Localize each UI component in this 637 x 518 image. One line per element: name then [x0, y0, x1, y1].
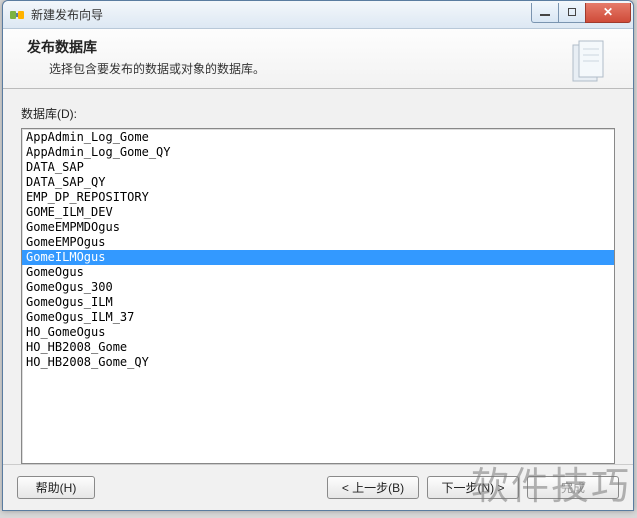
wizard-header: 发布数据库 选择包含要发布的数据或对象的数据库。 [3, 29, 633, 89]
window-title: 新建发布向导 [31, 6, 532, 23]
database-list-label: 数据库(D): [21, 105, 615, 122]
list-item[interactable]: HO_HB2008_Gome [22, 340, 614, 355]
window-controls: ✕ [532, 3, 633, 23]
maximize-button[interactable] [558, 3, 586, 23]
back-button[interactable]: < 上一步(B) [327, 476, 419, 499]
list-item[interactable]: GomeOgus [22, 265, 614, 280]
list-item[interactable]: DATA_SAP [22, 160, 614, 175]
list-item[interactable]: GomeOgus_ILM [22, 295, 614, 310]
close-button[interactable]: ✕ [585, 3, 631, 23]
wizard-window: 新建发布向导 ✕ 发布数据库 选择包含要发布的数据或对象的数据库。 数据库(D)… [2, 0, 634, 511]
database-icon [567, 39, 609, 87]
list-item[interactable]: GomeILMOgus [22, 250, 614, 265]
titlebar[interactable]: 新建发布向导 ✕ [3, 1, 633, 29]
list-item[interactable]: GomeOgus_300 [22, 280, 614, 295]
minimize-button[interactable] [531, 3, 559, 23]
list-item[interactable]: HO_HB2008_Gome_QY [22, 355, 614, 370]
database-listbox[interactable]: AppAdmin_Log_GomeAppAdmin_Log_Gome_QYDAT… [21, 128, 615, 464]
finish-button: 完成 [527, 476, 619, 499]
help-button[interactable]: 帮助(H) [17, 476, 95, 499]
list-item[interactable]: GomeOgus_ILM_37 [22, 310, 614, 325]
list-item[interactable]: GomeEMPOgus [22, 235, 614, 250]
page-subtitle: 选择包含要发布的数据或对象的数据库。 [49, 60, 265, 77]
list-item[interactable]: GomeEMPMDOgus [22, 220, 614, 235]
next-button[interactable]: 下一步(N) > [427, 476, 519, 499]
list-item[interactable]: GOME_ILM_DEV [22, 205, 614, 220]
list-item[interactable]: DATA_SAP_QY [22, 175, 614, 190]
list-item[interactable]: AppAdmin_Log_Gome_QY [22, 145, 614, 160]
footer: 帮助(H) < 上一步(B) 下一步(N) > 完成 [3, 464, 633, 510]
list-item[interactable]: HO_GomeOgus [22, 325, 614, 340]
app-icon [9, 7, 25, 23]
list-item[interactable]: AppAdmin_Log_Gome [22, 130, 614, 145]
page-title: 发布数据库 [27, 37, 265, 57]
content-area: 数据库(D): AppAdmin_Log_GomeAppAdmin_Log_Go… [3, 89, 633, 464]
list-item[interactable]: EMP_DP_REPOSITORY [22, 190, 614, 205]
